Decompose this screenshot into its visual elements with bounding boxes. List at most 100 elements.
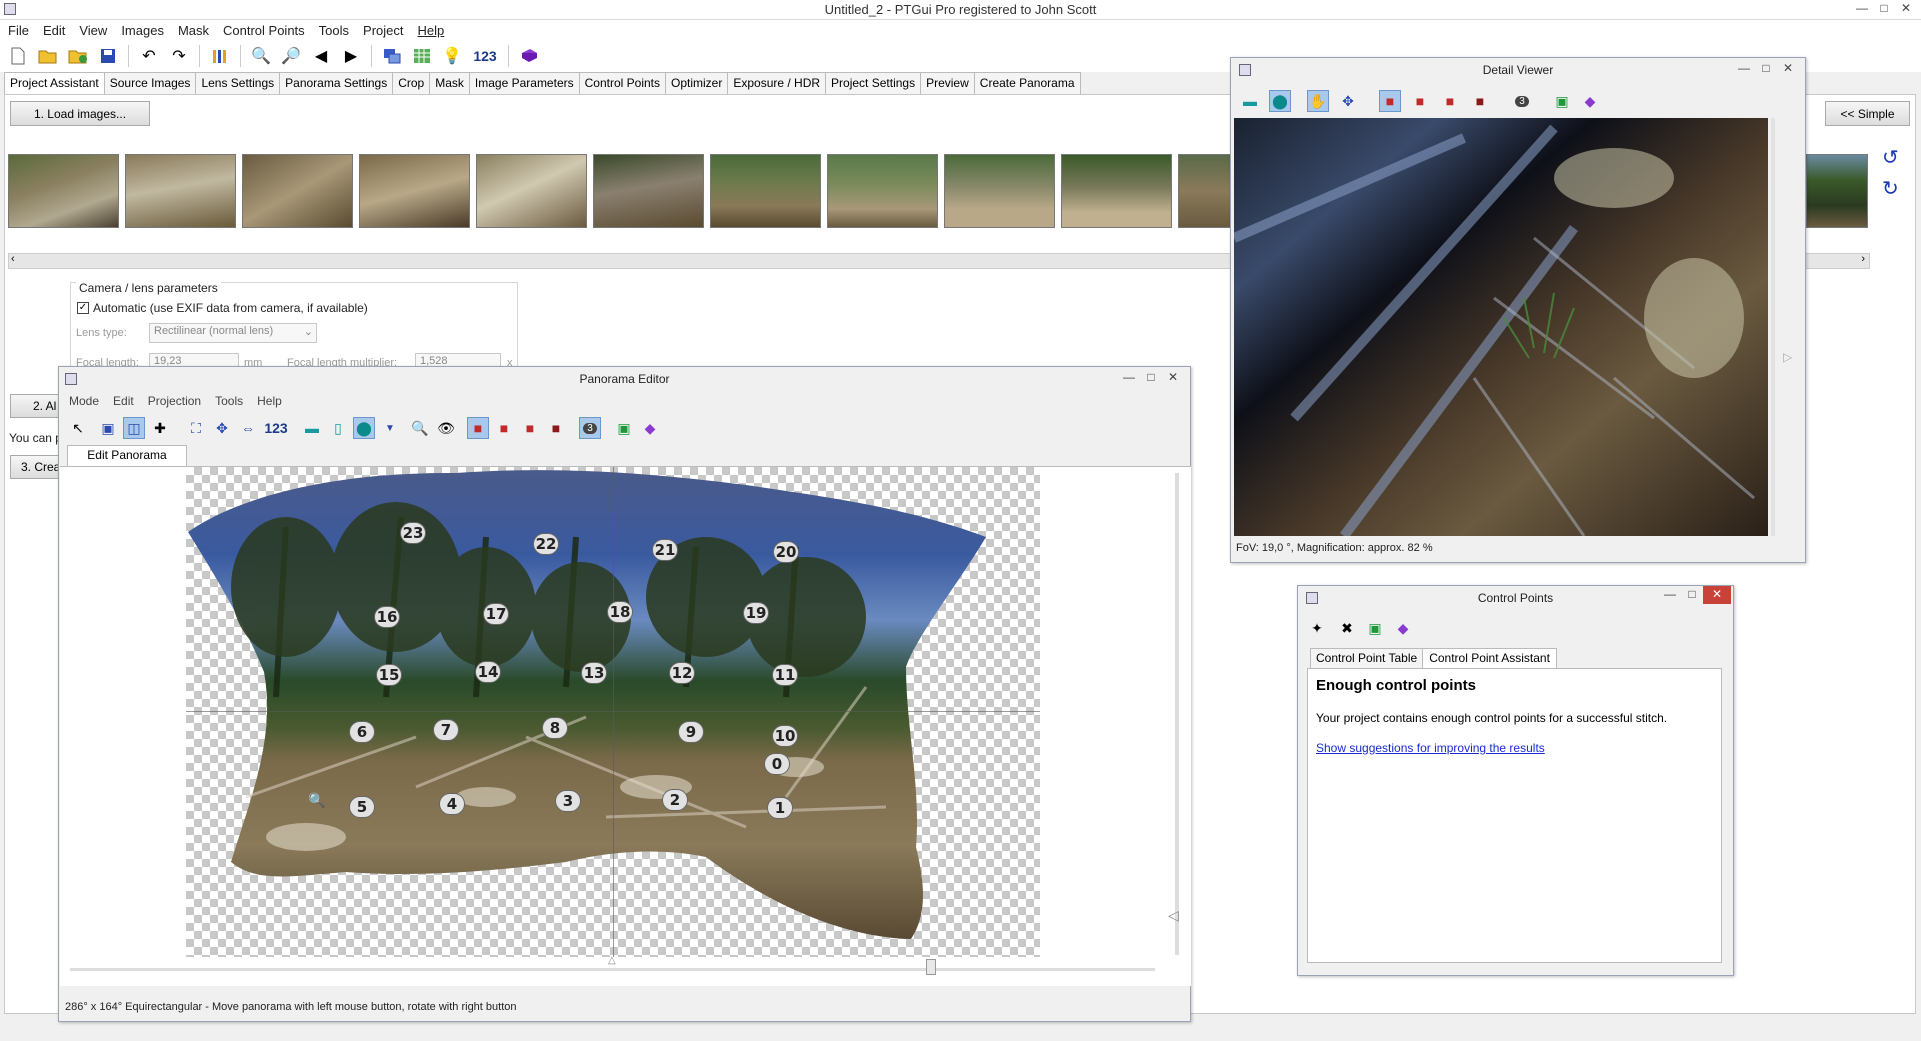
image-thumbnail[interactable]	[1061, 154, 1172, 228]
close-icon[interactable]: ✕	[1162, 369, 1184, 387]
image-marker[interactable]: 12	[669, 662, 695, 684]
blend-mode-4-icon[interactable]: ■	[1469, 90, 1491, 112]
maximize-icon[interactable]: □	[1140, 369, 1162, 387]
tab-image-parameters[interactable]: Image Parameters	[468, 72, 580, 94]
image-marker[interactable]: 11	[772, 664, 798, 686]
tab-mask[interactable]: Mask	[429, 72, 470, 94]
help-book-icon[interactable]: ◆	[639, 417, 661, 439]
straighten-icon[interactable]: ⇔	[237, 417, 259, 439]
pe-menu-projection[interactable]: Projection	[148, 394, 201, 408]
tab-control-points[interactable]: Control Points	[578, 72, 666, 94]
menu-mask[interactable]: Mask	[178, 23, 209, 38]
maximize-icon[interactable]: □	[1681, 586, 1703, 604]
minimize-icon[interactable]: —	[1733, 60, 1755, 78]
window-toggle-icon[interactable]: ▣	[1364, 617, 1386, 639]
tab-control-point-assistant[interactable]: Control Point Assistant	[1422, 648, 1557, 668]
image-thumbnail[interactable]	[476, 154, 587, 228]
menu-project[interactable]: Project	[363, 23, 403, 38]
maximize-icon[interactable]: □	[1755, 60, 1777, 78]
tab-control-point-table[interactable]: Control Point Table	[1310, 648, 1424, 668]
image-marker[interactable]: 14	[475, 661, 501, 683]
image-marker[interactable]: 0	[764, 753, 790, 775]
rectilinear-view-icon[interactable]: ▬	[1239, 90, 1261, 112]
image-marker[interactable]: 18	[607, 601, 633, 623]
rotate-left-icon[interactable]: ↺	[1882, 145, 1899, 170]
blend-mode-3-icon[interactable]: ■	[519, 417, 541, 439]
minimize-icon[interactable]: —	[1851, 0, 1873, 18]
align-images-button[interactable]: 2. Al	[10, 394, 62, 418]
select-mode-icon[interactable]: ↖	[67, 417, 89, 439]
control-point-table-icon[interactable]	[410, 44, 434, 68]
image-marker[interactable]: 19	[743, 602, 769, 624]
image-marker[interactable]: 4	[439, 793, 465, 815]
panorama-canvas[interactable]: 23 22 21 20 16 17 18 19 15 14 13 12 11 6…	[186, 467, 1040, 957]
tab-optimizer[interactable]: Optimizer	[665, 72, 729, 94]
panorama-editor-titlebar[interactable]: Panorama Editor — □ ✕	[59, 367, 1190, 391]
add-control-point-icon[interactable]: ✦	[1306, 617, 1328, 639]
image-marker[interactable]: 10	[772, 725, 798, 747]
menu-edit[interactable]: Edit	[43, 23, 65, 38]
image-marker[interactable]: 2	[662, 789, 688, 811]
tab-project-assistant[interactable]: Project Assistant	[4, 72, 105, 95]
control-points-titlebar[interactable]: Control Points — □ ✕	[1298, 586, 1733, 610]
minimize-icon[interactable]: —	[1118, 369, 1140, 387]
arrow-left-icon[interactable]: ◀	[309, 44, 333, 68]
menu-tools[interactable]: Tools	[319, 23, 349, 38]
image-marker[interactable]: 1	[767, 797, 793, 819]
tab-project-settings[interactable]: Project Settings	[825, 72, 922, 94]
pe-menu-tools[interactable]: Tools	[215, 394, 243, 408]
blend-mode-4-icon[interactable]: ■	[545, 417, 567, 439]
window-toggle-icon[interactable]: ▣	[1551, 90, 1573, 112]
panorama-editor-icon[interactable]	[380, 44, 404, 68]
image-marker[interactable]: 20	[773, 541, 799, 563]
image-marker[interactable]: 5	[349, 796, 375, 818]
pe-menu-help[interactable]: Help	[257, 394, 282, 408]
close-icon[interactable]: ✕	[1895, 0, 1917, 18]
tab-source-images[interactable]: Source Images	[103, 72, 197, 94]
side-panel-arrow-icon[interactable]: ▷	[1783, 350, 1792, 364]
zoom-icon[interactable]: 🔍	[409, 417, 431, 439]
align-images-icon[interactable]	[208, 44, 232, 68]
close-icon[interactable]: ✕	[1777, 60, 1799, 78]
simple-mode-button[interactable]: << Simple	[1825, 101, 1910, 126]
window-toggle-icon[interactable]: ▣	[613, 417, 635, 439]
menu-file[interactable]: File	[8, 23, 29, 38]
tips-lightbulb-icon[interactable]: 💡	[440, 44, 464, 68]
undo-icon[interactable]: ↶	[137, 44, 161, 68]
image-thumbnail[interactable]	[1806, 154, 1868, 228]
image-marker[interactable]: 7	[433, 719, 459, 741]
image-thumbnail[interactable]	[593, 154, 704, 228]
blend-mode-2-icon[interactable]: ■	[1409, 90, 1431, 112]
detail-viewer-scrollbar[interactable]	[1771, 118, 1775, 536]
image-marker[interactable]: 17	[483, 603, 509, 625]
image-marker[interactable]: 21	[652, 539, 678, 561]
tab-crop[interactable]: Crop	[392, 72, 431, 94]
image-thumbnail[interactable]	[8, 154, 119, 228]
delete-control-point-icon[interactable]: ✖	[1336, 617, 1358, 639]
layer-count-icon[interactable]: 3	[1511, 90, 1533, 112]
image-marker[interactable]: 9	[678, 721, 704, 743]
tab-edit-panorama[interactable]: Edit Panorama	[67, 445, 187, 466]
menu-images[interactable]: Images	[121, 23, 164, 38]
image-marker[interactable]: 15	[376, 664, 402, 686]
automatic-checkbox[interactable]: ✓	[77, 302, 89, 314]
pan-hand-icon[interactable]: ✋	[1307, 90, 1329, 112]
load-images-button[interactable]: 1. Load images...	[10, 101, 150, 126]
image-marker[interactable]: 3	[555, 790, 581, 812]
image-thumbnail[interactable]	[944, 154, 1055, 228]
menu-control-points[interactable]: Control Points	[223, 23, 305, 38]
improve-results-link[interactable]: Show suggestions for improving the resul…	[1316, 741, 1545, 755]
image-thumbnail[interactable]	[1178, 154, 1238, 228]
maximize-icon[interactable]: □	[1873, 0, 1895, 18]
image-marker[interactable]: 22	[533, 533, 559, 555]
panorama-mode-icon[interactable]: ◫	[123, 417, 145, 439]
lens-type-select[interactable]: Rectilinear (normal lens) ⌄	[149, 323, 317, 343]
menu-view[interactable]: View	[79, 23, 107, 38]
detail-viewer-titlebar[interactable]: Detail Viewer — □ ✕	[1231, 58, 1805, 82]
blend-mode-1-icon[interactable]: ■	[1379, 90, 1401, 112]
move-arrows-icon[interactable]: ✥	[1337, 90, 1359, 112]
zoom-out-icon[interactable]: 🔎	[279, 44, 303, 68]
redo-icon[interactable]: ↷	[167, 44, 191, 68]
numbers-toggle-icon[interactable]: 123	[261, 417, 291, 439]
pe-menu-edit[interactable]: Edit	[113, 394, 134, 408]
